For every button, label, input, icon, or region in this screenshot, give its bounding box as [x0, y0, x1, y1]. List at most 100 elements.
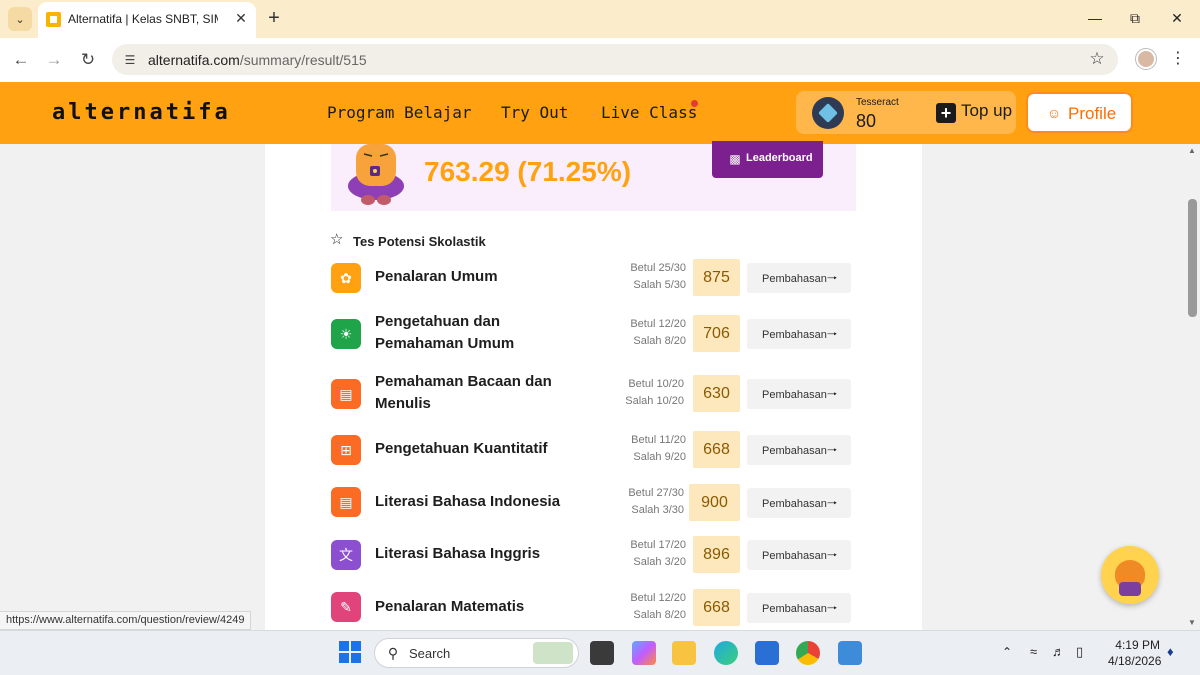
- address-bar[interactable]: ☰ alternatifa.com/summary/result/515 ☆: [112, 44, 1118, 75]
- subject-counts: Betul 11/20 Salah 9/20: [616, 432, 686, 466]
- subject-name: Penalaran Umum: [375, 268, 498, 285]
- pembahasan-button[interactable]: Pembahasan🠒: [747, 488, 851, 518]
- subject-name: Literasi Bahasa Indonesia: [375, 493, 561, 510]
- pembahasan-button[interactable]: Pembahasan🠒: [747, 435, 851, 465]
- math-tools-icon: ✎: [331, 592, 361, 622]
- pembahasan-button[interactable]: Pembahasan🠒: [747, 319, 851, 349]
- search-label: Search: [409, 646, 451, 661]
- chevron-down-icon: ⌄: [15, 13, 25, 26]
- salah-count: Salah 9/20: [633, 451, 686, 463]
- url-path: /summary/result/515: [239, 52, 367, 68]
- subject-score: 668: [693, 431, 740, 468]
- browser-tab[interactable]: Alternatifa | Kelas SNBT, SIMAK ✕: [38, 2, 256, 38]
- open-book-icon: ▤: [331, 379, 361, 409]
- nav-try-out[interactable]: Try Out: [501, 103, 568, 122]
- tesseract-balance: 80: [856, 111, 877, 131]
- calculator-icon: ⊞: [331, 435, 361, 465]
- restore-icon[interactable]: ⧉: [1120, 8, 1150, 28]
- clock-date[interactable]: 4/18/2026: [1108, 654, 1161, 668]
- profile-label: Profile: [1068, 104, 1117, 123]
- minimize-icon[interactable]: —: [1080, 8, 1110, 28]
- nav-live-class[interactable]: Live Class: [601, 103, 697, 122]
- star-icon[interactable]: ☆: [1087, 49, 1107, 69]
- notification-bell-icon[interactable]: ♦: [1167, 644, 1174, 659]
- back-arrow-icon[interactable]: ←: [10, 49, 32, 71]
- arrow-right-icon: 🠒: [826, 496, 838, 510]
- subject-counts: Betul 27/30 Salah 3/30: [614, 485, 684, 519]
- scroll-down-icon[interactable]: ▼: [1186, 618, 1198, 628]
- mascot-illustration: [348, 144, 404, 205]
- taskbar-search[interactable]: ⚲ Search: [374, 638, 579, 668]
- plus-icon: +: [936, 103, 956, 123]
- salah-count: Salah 5/30: [633, 279, 686, 291]
- browser-profile-avatar[interactable]: [1136, 49, 1156, 69]
- tesseract-icon: [812, 97, 844, 129]
- leaderboard-label: Leaderboard: [746, 152, 813, 164]
- chrome-icon[interactable]: [796, 641, 820, 665]
- reload-icon[interactable]: ↻: [77, 49, 99, 71]
- salah-count: Salah 8/20: [633, 335, 686, 347]
- subject-name: Pengetahuan dan Pemahaman Umum: [375, 313, 515, 352]
- scrollbar-thumb[interactable]: [1188, 199, 1197, 317]
- pembahasan-button[interactable]: Pembahasan🠒: [747, 379, 851, 409]
- site-logo[interactable]: alternatifa: [52, 100, 231, 125]
- battery-icon[interactable]: ▯: [1076, 644, 1083, 660]
- pembahasan-label: Pembahasan: [762, 603, 827, 615]
- notepad-icon[interactable]: [838, 641, 862, 665]
- kebab-menu-icon[interactable]: ⋮: [1170, 48, 1186, 70]
- page-scrollbar[interactable]: [1185, 144, 1200, 630]
- bar-chart-icon: ▩: [729, 152, 741, 166]
- nav-program-belajar[interactable]: Program Belajar: [327, 103, 472, 122]
- status-bar-url: https://www.alternatifa.com/question/rev…: [0, 611, 252, 630]
- subject-counts: Betul 10/20 Salah 10/20: [614, 376, 684, 410]
- profile-button[interactable]: ☺ Profile: [1026, 92, 1133, 133]
- subject-counts: Betul 25/30 Salah 5/30: [616, 260, 686, 294]
- window-close-icon[interactable]: ✕: [1162, 8, 1192, 28]
- subject-score: 668: [693, 589, 740, 626]
- chat-assistant-button[interactable]: [1101, 546, 1159, 604]
- subject-counts: Betul 12/20 Salah 8/20: [616, 316, 686, 350]
- top-up-button[interactable]: + Top up: [936, 96, 1014, 129]
- subject-name: Literasi Bahasa Inggris: [375, 545, 541, 562]
- pembahasan-button[interactable]: Pembahasan🠒: [747, 593, 851, 623]
- tesseract-label: Tesseract: [856, 97, 899, 108]
- subject-score: 706: [693, 315, 740, 352]
- pembahasan-label: Pembahasan: [762, 445, 827, 457]
- edge-icon[interactable]: [714, 641, 738, 665]
- arrow-right-icon: 🠒: [826, 443, 838, 457]
- translate-icon: 文: [331, 540, 361, 570]
- close-icon[interactable]: ✕: [232, 9, 250, 27]
- brain-icon: ✿: [331, 263, 361, 293]
- scroll-up-icon[interactable]: ▲: [1186, 146, 1198, 156]
- tray-overflow-icon[interactable]: ⌃: [1002, 645, 1012, 659]
- pembahasan-label: Pembahasan: [762, 550, 827, 562]
- subject-name: Penalaran Matematis: [375, 598, 525, 615]
- clock-time[interactable]: 4:19 PM: [1108, 638, 1160, 652]
- url-host: alternatifa.com: [148, 52, 240, 68]
- copilot-icon[interactable]: [632, 641, 656, 665]
- pembahasan-label: Pembahasan: [762, 389, 827, 401]
- arrow-right-icon: 🠒: [826, 327, 838, 341]
- new-tab-button[interactable]: +: [264, 8, 284, 28]
- volume-icon[interactable]: ♬: [1052, 644, 1065, 659]
- tab-search-menu-button[interactable]: ⌄: [8, 7, 32, 31]
- subject-score: 630: [693, 375, 740, 412]
- subject-name: Pemahaman Bacaan dan Menulis: [375, 373, 552, 412]
- pembahasan-button[interactable]: Pembahasan🠒: [747, 540, 851, 570]
- forward-arrow-icon[interactable]: →: [43, 49, 65, 71]
- section-title: Tes Potensi Skolastik: [353, 234, 486, 249]
- pembahasan-button[interactable]: Pembahasan🠒: [747, 263, 851, 293]
- search-highlight-image: [533, 642, 573, 664]
- arrow-right-icon: 🠒: [826, 271, 838, 285]
- site-info-icon[interactable]: ☰: [122, 52, 138, 68]
- leaderboard-button[interactable]: ▩ Leaderboard: [712, 141, 823, 178]
- task-view-icon[interactable]: [590, 641, 614, 665]
- pembahasan-label: Pembahasan: [762, 273, 827, 285]
- file-explorer-icon[interactable]: [672, 641, 696, 665]
- subject-score: 900: [689, 484, 740, 521]
- windows-start-icon[interactable]: [339, 641, 361, 663]
- wifi-icon[interactable]: ≈: [1030, 644, 1037, 659]
- site-favicon-icon: [46, 12, 61, 27]
- live-indicator-dot: [691, 100, 698, 107]
- store-icon[interactable]: [755, 641, 779, 665]
